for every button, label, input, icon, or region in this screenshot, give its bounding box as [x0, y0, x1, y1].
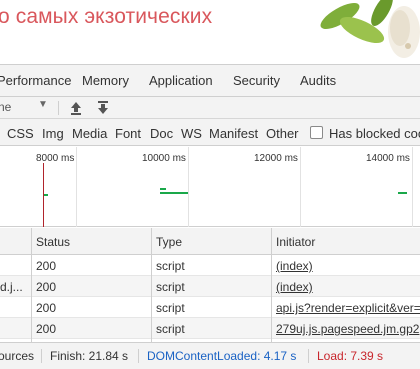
cell-status: 200: [36, 322, 57, 336]
has-blocked-cookies-checkbox[interactable]: [310, 126, 323, 139]
table-row[interactable]: 200 script (index): [0, 255, 420, 276]
cell-initiator-link[interactable]: 279uj.js.pagespeed.jm.gp2: [276, 322, 420, 336]
column-resize-handle[interactable]: [151, 228, 152, 342]
export-har-icon[interactable]: [96, 100, 110, 116]
timeline-tick-label: 10000 ms: [142, 153, 186, 164]
table-row[interactable]: 200 script 279uj.js.pagespeed.jm.gp2: [0, 318, 420, 339]
column-resize-handle[interactable]: [271, 228, 272, 342]
requests-table: Status Type Initiator 200 script (index)…: [0, 228, 420, 342]
timeline-request-bar: [44, 194, 48, 196]
cell-type: script: [156, 280, 185, 294]
column-initiator-header[interactable]: Initiator: [276, 235, 315, 249]
filter-manifest[interactable]: Manifest: [209, 126, 258, 141]
network-toolbar: ne ▼: [0, 97, 420, 119]
load-time: Load: 7.39 s: [317, 349, 384, 363]
summary-divider: [308, 349, 309, 363]
table-row[interactable]: d.j... 200 script (index): [0, 276, 420, 297]
timeline-tick-label: 8000 ms: [36, 153, 75, 164]
cell-initiator-link[interactable]: (index): [276, 280, 420, 294]
filter-css[interactable]: CSS: [7, 126, 34, 141]
summary-divider: [41, 349, 42, 363]
timeline-grid-line: [188, 147, 189, 227]
tab-security[interactable]: Security: [233, 73, 280, 88]
cell-status: 200: [36, 280, 57, 294]
filter-other[interactable]: Other: [266, 126, 299, 141]
timeline-tick-label: 14000 ms: [366, 153, 410, 164]
dom-content-loaded-time: DOMContentLoaded: 4.17 s: [147, 349, 297, 363]
resource-type-filter-bar: CSS Img Media Font Doc WS Manifest Other…: [0, 119, 420, 146]
toolbar-divider: [58, 101, 59, 115]
column-resize-handle[interactable]: [31, 228, 32, 342]
timeline-grid-line: [300, 147, 301, 227]
filter-doc[interactable]: Doc: [150, 126, 173, 141]
summary-divider: [138, 349, 139, 363]
cell-name: d.j...: [0, 280, 23, 294]
filter-media[interactable]: Media: [72, 126, 107, 141]
page-banner: о самых экзотических: [0, 0, 420, 64]
timeline-request-bar: [398, 192, 407, 194]
cell-type: script: [156, 259, 185, 273]
filter-font[interactable]: Font: [115, 126, 141, 141]
network-overview-timeline[interactable]: 8000 ms 10000 ms 12000 ms 14000 ms: [0, 147, 420, 227]
tab-audits[interactable]: Audits: [300, 73, 336, 88]
column-type-header[interactable]: Type: [156, 235, 182, 249]
cell-initiator-link[interactable]: api.js?render=explicit&ver=: [276, 301, 420, 315]
timeline-grid-line: [412, 147, 413, 227]
cell-initiator-link[interactable]: (index): [276, 259, 420, 273]
has-blocked-cookies-label: Has blocked coo: [329, 126, 420, 141]
table-row[interactable]: 200 script api.js?render=explicit&ver=: [0, 297, 420, 318]
throttling-select[interactable]: ne: [0, 100, 11, 114]
filter-img[interactable]: Img: [42, 126, 64, 141]
tab-memory[interactable]: Memory: [82, 73, 129, 88]
cell-status: 200: [36, 301, 57, 315]
timeline-request-bar: [160, 188, 166, 190]
cell-type: script: [156, 301, 185, 315]
table-header: Status Type Initiator: [0, 228, 420, 255]
finish-time: Finish: 21.84 s: [50, 349, 129, 363]
plant-decoration-image: [320, 0, 420, 58]
chevron-down-icon[interactable]: ▼: [38, 99, 48, 110]
devtools-tab-bar: Performance Memory Application Security …: [0, 64, 420, 97]
column-status-header[interactable]: Status: [36, 235, 70, 249]
import-har-icon[interactable]: [69, 100, 83, 116]
cell-status: 200: [36, 259, 57, 273]
tab-performance[interactable]: Performance: [0, 73, 71, 88]
resources-summary: ources: [0, 349, 35, 363]
filter-ws[interactable]: WS: [181, 126, 202, 141]
timeline-request-bar: [160, 192, 188, 194]
network-summary-bar: ources Finish: 21.84 s DOMContentLoaded:…: [0, 342, 420, 369]
timeline-grid-line: [76, 147, 77, 227]
tab-application[interactable]: Application: [149, 73, 213, 88]
banner-heading: о самых экзотических: [0, 5, 213, 28]
timeline-tick-label: 12000 ms: [254, 153, 298, 164]
cell-type: script: [156, 322, 185, 336]
